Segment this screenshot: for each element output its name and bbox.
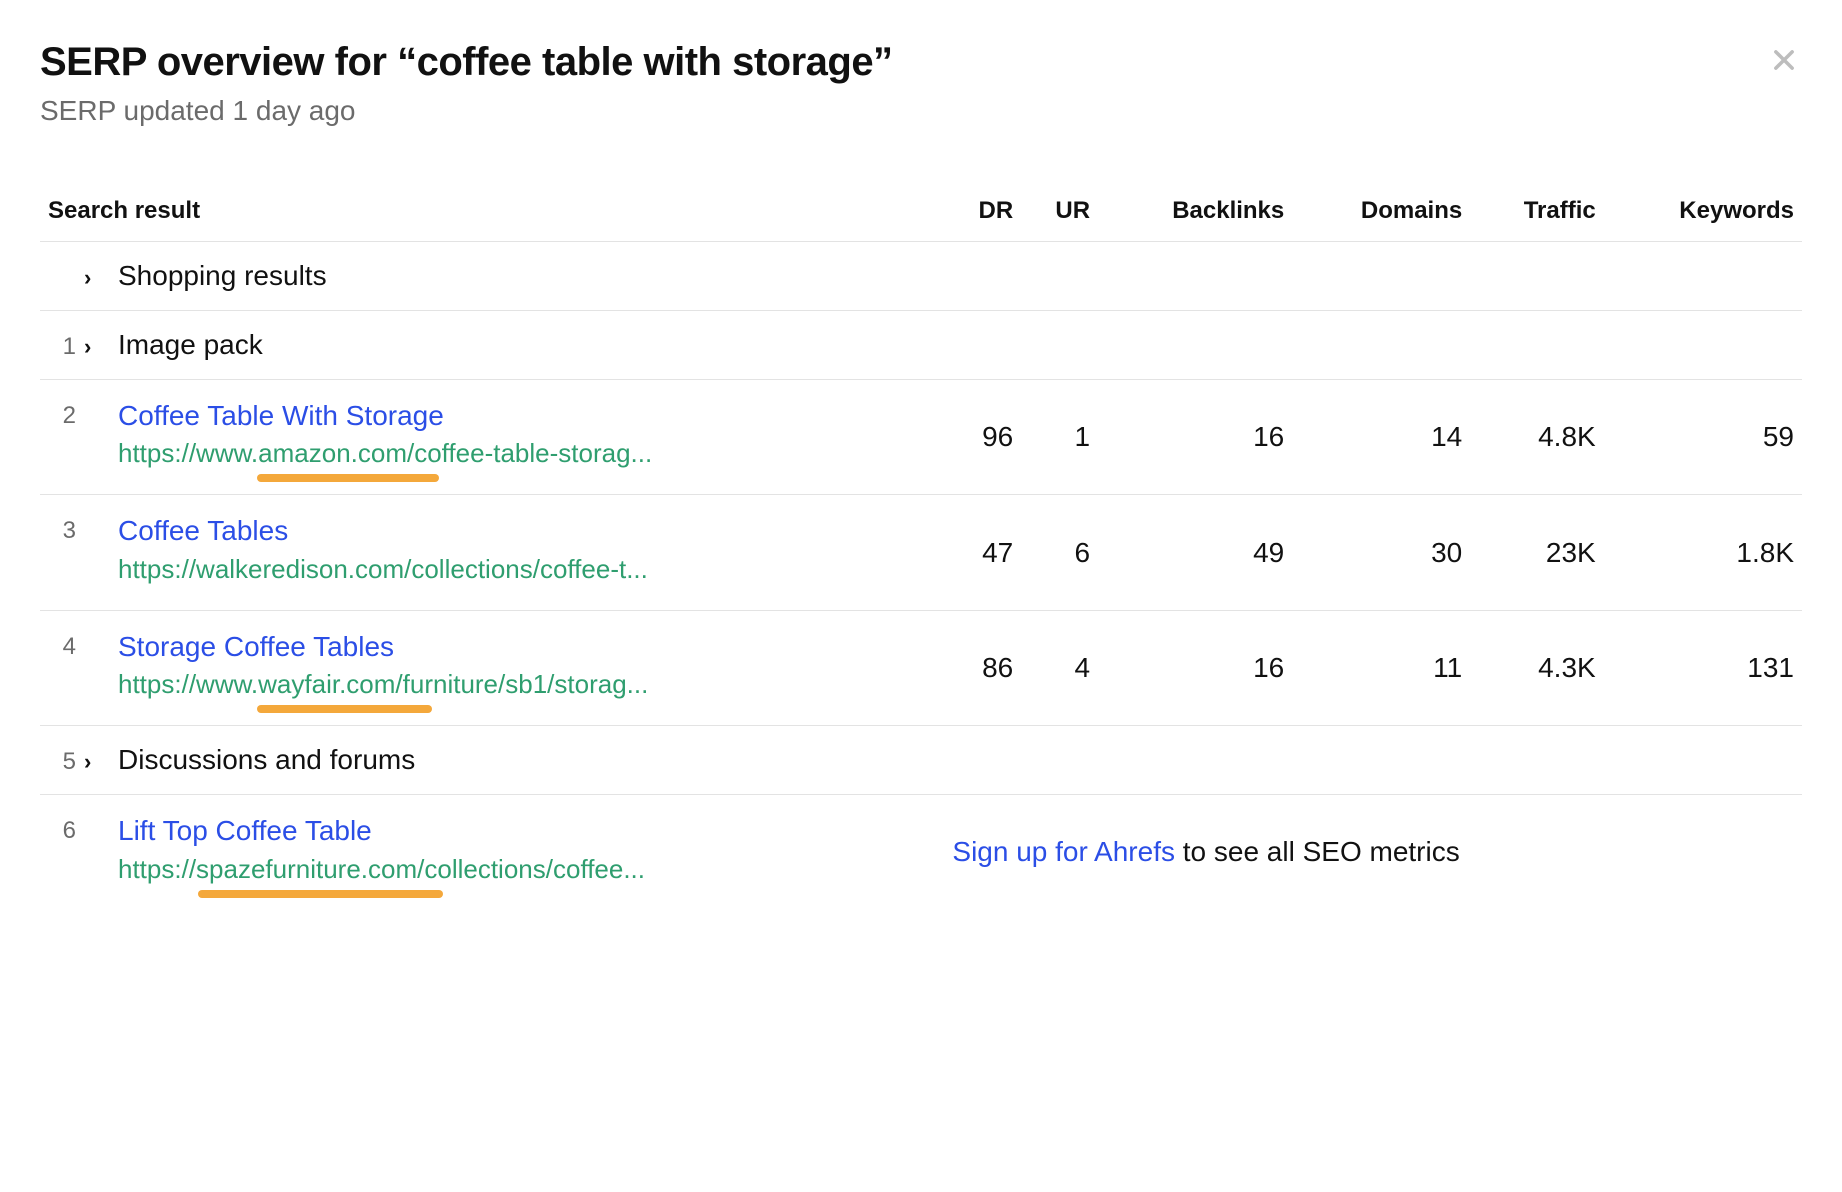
chevron-right-icon[interactable]: ›	[84, 265, 91, 291]
position: 3	[40, 495, 80, 610]
metric-traffic: 4.8K	[1470, 380, 1603, 495]
col-backlinks: Backlinks	[1098, 197, 1292, 242]
result-cell: Storage Coffee Tables https://www.wayfair…	[110, 610, 944, 725]
chevron-right-icon[interactable]: ›	[84, 749, 91, 775]
chevron-right-icon[interactable]: ›	[84, 334, 91, 360]
col-ur: UR	[1021, 197, 1098, 242]
result-cell: Coffee Table With Storage https://www.ama…	[110, 380, 944, 495]
table-row: 4 Storage Coffee Tables https://www.wayfai…	[40, 610, 1802, 725]
expand-cell[interactable]: ›	[80, 726, 110, 795]
table-row: 5› Discussions and forums	[40, 726, 1802, 795]
update-timestamp: SERP updated 1 day ago	[40, 95, 893, 127]
metric-traffic: 23K	[1470, 495, 1603, 610]
position	[40, 242, 80, 311]
metric-domains: 11	[1292, 610, 1470, 725]
expand-cell	[80, 495, 110, 610]
metric-ur: 6	[1021, 495, 1098, 610]
metric-backlinks: 16	[1098, 380, 1292, 495]
col-search-result: Search result	[40, 197, 944, 242]
position: 4	[40, 610, 80, 725]
col-traffic: Traffic	[1470, 197, 1603, 242]
serp-table: Search result DR UR Backlinks Domains Tr…	[40, 197, 1802, 910]
result-cell: Coffee Tables https://walkeredison.com/co…	[110, 495, 944, 610]
col-domains: Domains	[1292, 197, 1470, 242]
close-icon[interactable]	[1766, 40, 1802, 84]
metric-dr: 47	[944, 495, 1021, 610]
position: 5	[40, 726, 80, 795]
position: 1	[40, 311, 80, 380]
metric-keywords: 1.8K	[1604, 495, 1802, 610]
table-row: 6 Lift Top Coffee Table https://spazefurni…	[40, 795, 1802, 910]
metric-domains: 14	[1292, 380, 1470, 495]
metric-keywords: 59	[1604, 380, 1802, 495]
metric-traffic: 4.3K	[1470, 610, 1603, 725]
serp-feature-label: Shopping results	[118, 260, 936, 292]
col-keywords: Keywords	[1604, 197, 1802, 242]
metric-backlinks: 49	[1098, 495, 1292, 610]
metric-keywords: 131	[1604, 610, 1802, 725]
result-url[interactable]: https://www.amazon.com/coffee-table-stor…	[118, 438, 652, 469]
result-url[interactable]: https://spazefurniture.com/collections/c…	[118, 854, 645, 885]
serp-feature-label: Image pack	[118, 329, 936, 361]
expand-cell[interactable]: ›	[80, 242, 110, 311]
result-cell: Discussions and forums	[110, 726, 944, 795]
serp-feature-label: Discussions and forums	[118, 744, 936, 776]
table-row: › Shopping results	[40, 242, 1802, 311]
metric-ur: 1	[1021, 380, 1098, 495]
page-title: SERP overview for “coffee table with sto…	[40, 40, 893, 85]
result-title-link[interactable]: Lift Top Coffee Table	[118, 813, 936, 849]
metric-ur: 4	[1021, 610, 1098, 725]
highlight-underline	[257, 474, 439, 482]
result-url[interactable]: https://www.wayfair.com/furniture/sb1/st…	[118, 669, 648, 700]
expand-cell	[80, 610, 110, 725]
cta-rest: to see all SEO metrics	[1175, 836, 1460, 867]
result-cell: Image pack	[110, 311, 944, 380]
result-cell: Shopping results	[110, 242, 944, 311]
metric-dr: 96	[944, 380, 1021, 495]
result-title-link[interactable]: Coffee Tables	[118, 513, 936, 549]
table-row: 3 Coffee Tables https://walkeredison.com/c…	[40, 495, 1802, 610]
cta-cell: Sign up for Ahrefs to see all SEO metric…	[944, 795, 1802, 910]
position: 6	[40, 795, 80, 910]
position: 2	[40, 380, 80, 495]
table-row: 1› Image pack	[40, 311, 1802, 380]
expand-cell[interactable]: ›	[80, 311, 110, 380]
result-cell: Lift Top Coffee Table https://spazefurnit…	[110, 795, 944, 910]
metric-domains: 30	[1292, 495, 1470, 610]
result-url[interactable]: https://walkeredison.com/collections/cof…	[118, 554, 648, 585]
result-title-link[interactable]: Storage Coffee Tables	[118, 629, 936, 665]
expand-cell	[80, 380, 110, 495]
result-title-link[interactable]: Coffee Table With Storage	[118, 398, 936, 434]
table-row: 2 Coffee Table With Storage https://www.am…	[40, 380, 1802, 495]
metric-dr: 86	[944, 610, 1021, 725]
highlight-underline	[198, 890, 443, 898]
signup-link[interactable]: Sign up for Ahrefs	[952, 836, 1175, 867]
highlight-underline	[257, 705, 432, 713]
header: SERP overview for “coffee table with sto…	[40, 40, 1802, 127]
metric-backlinks: 16	[1098, 610, 1292, 725]
expand-cell	[80, 795, 110, 910]
col-dr: DR	[944, 197, 1021, 242]
